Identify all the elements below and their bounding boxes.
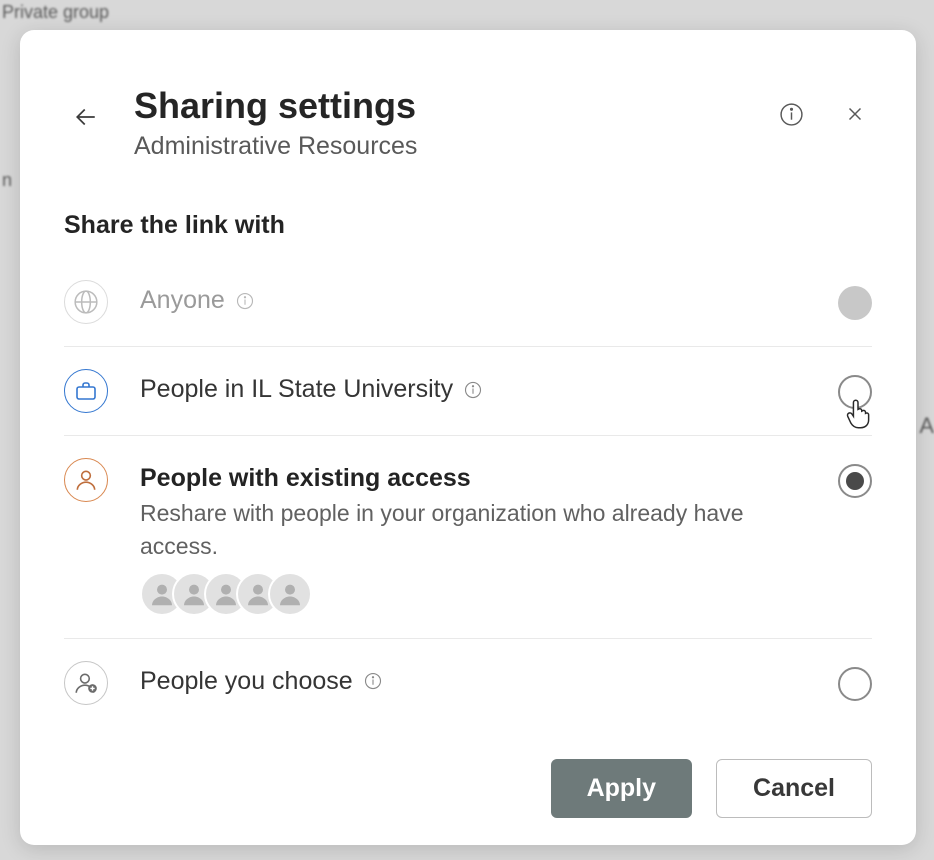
avatar <box>268 572 312 616</box>
option-icon-wrap-org <box>64 369 108 413</box>
info-button[interactable] <box>774 97 808 131</box>
option-desc-existing: Reshare with people in your organization… <box>140 497 806 561</box>
radio-existing[interactable] <box>838 464 872 498</box>
option-existing[interactable]: People with existing access Reshare with… <box>64 436 872 638</box>
close-button[interactable] <box>838 97 872 131</box>
option-icon-wrap-anyone <box>64 280 108 324</box>
radio-choose[interactable] <box>838 667 872 701</box>
header-actions <box>774 97 872 131</box>
dialog-footer: Apply Cancel <box>20 727 916 860</box>
background-text-left: n <box>2 170 12 191</box>
background-text-right: A <box>919 413 934 439</box>
background-text-top: Private group <box>2 2 109 23</box>
close-icon <box>844 103 866 125</box>
option-anyone: Anyone <box>64 258 872 347</box>
option-icon-wrap-choose <box>64 661 108 705</box>
option-body-existing: People with existing access Reshare with… <box>140 458 806 615</box>
option-label-choose: People you choose <box>140 667 806 696</box>
title-block: Sharing settings Administrative Resource… <box>134 85 748 161</box>
option-org[interactable]: People in IL State University <box>64 347 872 436</box>
option-body-org: People in IL State University <box>140 369 806 404</box>
avatar-stack <box>140 572 806 616</box>
sharing-settings-dialog: Sharing settings Administrative Resource… <box>20 30 916 845</box>
arrow-left-icon <box>71 102 101 132</box>
dialog-header: Sharing settings Administrative Resource… <box>20 30 916 181</box>
apply-button[interactable]: Apply <box>551 759 692 818</box>
dialog-subtitle: Administrative Resources <box>134 132 748 161</box>
radio-org[interactable] <box>838 375 872 409</box>
person-add-icon <box>73 670 99 696</box>
back-button[interactable] <box>64 95 108 139</box>
option-label-text: Anyone <box>140 286 225 315</box>
option-label-text: People in IL State University <box>140 375 453 404</box>
option-label-existing: People with existing access <box>140 464 806 493</box>
section-title: Share the link with <box>20 181 916 258</box>
options-list: Anyone People in IL State University <box>20 258 916 726</box>
info-icon <box>779 102 804 127</box>
option-icon-wrap-existing <box>64 458 108 502</box>
option-label-org: People in IL State University <box>140 375 806 404</box>
dialog-title: Sharing settings <box>134 85 748 126</box>
option-body-anyone: Anyone <box>140 280 806 315</box>
person-icon <box>73 467 99 493</box>
option-label-text: People you choose <box>140 667 353 696</box>
globe-icon <box>73 289 99 315</box>
info-inline-org[interactable] <box>463 380 483 400</box>
cancel-button[interactable]: Cancel <box>716 759 872 818</box>
avatar-placeholder-icon <box>275 579 305 609</box>
info-icon <box>464 381 482 399</box>
option-label-text: People with existing access <box>140 464 471 493</box>
option-label-anyone: Anyone <box>140 286 806 315</box>
option-choose[interactable]: People you choose <box>64 639 872 727</box>
info-icon <box>364 672 382 690</box>
option-body-choose: People you choose <box>140 661 806 696</box>
briefcase-icon <box>74 379 98 403</box>
info-icon <box>236 292 254 310</box>
info-inline-anyone <box>235 291 255 311</box>
radio-anyone <box>838 286 872 320</box>
info-inline-choose[interactable] <box>363 671 383 691</box>
